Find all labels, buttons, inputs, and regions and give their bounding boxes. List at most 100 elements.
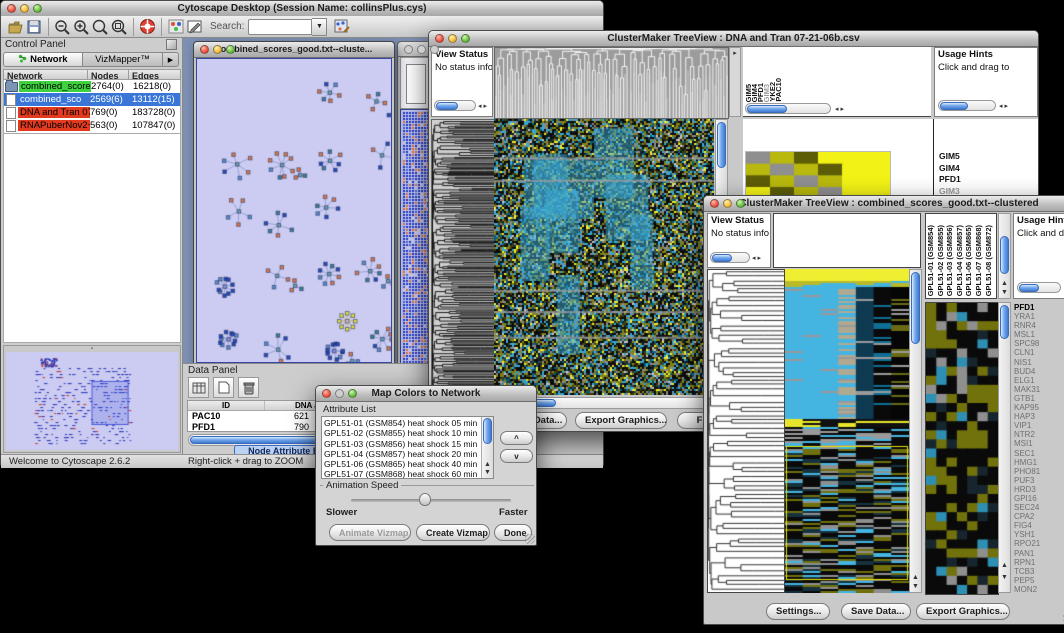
birdseye-canvas[interactable] <box>6 352 178 450</box>
gene-label[interactable]: CLN1 <box>1014 348 1064 357</box>
network-canvas[interactable] <box>196 58 392 363</box>
gene-label[interactable]: GPI16 <box>1014 494 1064 503</box>
gene-label[interactable]: KAP95 <box>1014 403 1064 412</box>
tv2-hints-scrollbar[interactable] <box>1017 282 1061 293</box>
vscroll-thumb[interactable] <box>1000 236 1009 274</box>
gene-label[interactable]: RPN1 <box>1014 558 1064 567</box>
attribute-list-item[interactable]: GPL51-01 (GSM854) heat shock 05 min <box>324 418 480 428</box>
tab-overflow-button[interactable]: ▶ <box>163 52 179 67</box>
tv1-splitter[interactable]: ▸ <box>729 47 741 117</box>
gene-label[interactable]: ELG1 <box>1014 376 1064 385</box>
gene-label[interactable]: CPA2 <box>1014 512 1064 521</box>
resize-grip[interactable] <box>525 534 535 544</box>
gene-label[interactable]: FIG4 <box>1014 521 1064 530</box>
tv2-button-export-graphics-[interactable]: Export Graphics... <box>916 603 1010 620</box>
save-session-icon[interactable] <box>25 17 44 36</box>
tv2-heatmap-canvas[interactable] <box>785 269 909 593</box>
vscroll-thumb[interactable] <box>483 418 492 444</box>
speed-slider-track[interactable] <box>351 499 511 502</box>
tv2-genelist-vscroll[interactable]: ▲ ▼ <box>998 302 1011 593</box>
float-panel-icon[interactable] <box>166 39 177 50</box>
gene-label[interactable]: HMG1 <box>1014 458 1064 467</box>
minimize-icon[interactable] <box>723 199 732 208</box>
zoom-selected-icon[interactable] <box>91 17 110 36</box>
network-edit-icon[interactable] <box>332 17 351 36</box>
tv2-button-settings-[interactable]: Settings... <box>766 603 830 620</box>
vscroll-thumb[interactable] <box>717 122 726 168</box>
gene-label[interactable]: TCB3 <box>1014 567 1064 576</box>
scroll-down-arrow[interactable]: ▼ <box>999 574 1010 582</box>
scroll-down-arrow[interactable]: ▼ <box>482 469 493 477</box>
tv1-row-dendrogram[interactable] <box>431 119 495 397</box>
treeview2-titlebar[interactable]: ClusterMaker TreeView : combined_scores_… <box>704 196 1064 212</box>
gene-label[interactable]: YSH1 <box>1014 530 1064 539</box>
attribute-list-vscroll[interactable]: ▲ ▼ <box>481 417 493 478</box>
zoom-fit-icon[interactable] <box>110 17 129 36</box>
main-titlebar[interactable]: Cytoscape Desktop (Session Name: collins… <box>1 1 603 17</box>
id-column-header[interactable]: ID <box>188 401 265 410</box>
treeview1-titlebar[interactable]: ClusterMaker TreeView : DNA and Tran 07-… <box>429 31 1038 47</box>
gene-label[interactable]: GTB1 <box>1014 394 1064 403</box>
network-row[interactable]: combined_sco2569(6)13112(15) <box>4 93 180 106</box>
close-icon[interactable] <box>435 34 444 43</box>
select-attributes-icon[interactable] <box>188 377 209 398</box>
close-icon[interactable] <box>710 199 719 208</box>
tv2-row-dendrogram[interactable] <box>708 270 784 592</box>
dialog-titlebar[interactable]: Map Colors to Network <box>316 386 536 402</box>
gene-label[interactable]: SEC1 <box>1014 449 1064 458</box>
close-icon[interactable] <box>322 389 331 398</box>
minimize-icon[interactable] <box>417 45 426 54</box>
gene-label[interactable]: NTR2 <box>1014 430 1064 439</box>
speed-slider-thumb[interactable] <box>419 493 431 506</box>
zoom-in-icon[interactable] <box>72 17 91 36</box>
tv2-button-save-data-[interactable]: Save Data... <box>841 603 911 620</box>
tv1-hints-scrollbar[interactable] <box>938 100 996 111</box>
col-edges[interactable]: Edges <box>129 69 181 80</box>
attribute-list-item[interactable]: GPL51-06 (GSM865) heat shock 40 min <box>324 459 480 469</box>
scroll-up-arrow[interactable]: ▲ <box>999 562 1010 570</box>
network-row[interactable]: RNAPuberNov2+563(0)107847(0) <box>4 119 180 132</box>
new-attribute-icon[interactable] <box>213 377 234 398</box>
close-icon[interactable] <box>7 4 16 13</box>
tv1-status-scrollbar[interactable] <box>434 100 476 111</box>
gene-label[interactable]: YRA1 <box>1014 312 1064 321</box>
gene-label[interactable]: VIP1 <box>1014 421 1064 430</box>
zoom-out-icon[interactable] <box>53 17 72 36</box>
gene-label[interactable]: MAK31 <box>1014 385 1064 394</box>
gene-label[interactable]: PAN1 <box>1014 549 1064 558</box>
minimize-icon[interactable] <box>448 34 457 43</box>
dialog-button-animate-vizmap[interactable]: Animate Vizmap <box>329 524 411 541</box>
gene-label[interactable]: HAP3 <box>1014 412 1064 421</box>
col-network[interactable]: Network <box>3 69 88 80</box>
scroll-arrows[interactable]: ◂ ▸ <box>835 105 844 113</box>
dialog-button-create-vizmap[interactable]: Create Vizmap <box>416 524 490 541</box>
gene-label[interactable]: HRD3 <box>1014 485 1064 494</box>
attribute-list-item[interactable]: GPL51-02 (GSM855) heat shock 10 min <box>324 428 480 438</box>
scroll-up-arrow[interactable]: ▲ <box>910 574 921 582</box>
col-nodes[interactable]: Nodes <box>88 69 129 80</box>
minimize-icon[interactable] <box>213 45 222 54</box>
network-view-titlebar[interactable]: combined_scores_good.txt--cluste... <box>194 42 394 58</box>
tv2-heatmap-vscroll[interactable]: ▲ ▼ <box>909 269 922 593</box>
tv1-button-export-graphics-[interactable]: Export Graphics... <box>575 412 667 429</box>
annotation-icon[interactable] <box>185 17 204 36</box>
gene-label[interactable]: RPO21 <box>1014 539 1064 548</box>
scroll-down-arrow[interactable]: ▼ <box>910 583 921 591</box>
attribute-list-item[interactable]: GPL51-03 (GSM856) heat shock 15 min <box>324 439 480 449</box>
close-icon[interactable] <box>404 45 413 54</box>
tv1-heatmap-canvas[interactable] <box>494 119 714 395</box>
scroll-arrows[interactable]: ◂ ▸ <box>999 102 1008 110</box>
gene-label[interactable]: PEP5 <box>1014 576 1064 585</box>
zoom-window-icon[interactable] <box>226 45 235 54</box>
window-controls[interactable] <box>7 4 42 13</box>
gene-label[interactable]: NIS1 <box>1014 358 1064 367</box>
scroll-arrows[interactable]: ◂ ▸ <box>478 102 487 110</box>
zoom-window-icon[interactable] <box>736 199 745 208</box>
gene-label[interactable]: SEC24 <box>1014 503 1064 512</box>
tool-palette[interactable] <box>406 64 426 104</box>
vscroll-thumb[interactable] <box>911 272 920 344</box>
zoom-window-icon[interactable] <box>33 4 42 13</box>
open-session-icon[interactable] <box>6 17 25 36</box>
gene-label[interactable]: PHO81 <box>1014 467 1064 476</box>
tv1-zoom-hscroll[interactable] <box>745 103 831 114</box>
